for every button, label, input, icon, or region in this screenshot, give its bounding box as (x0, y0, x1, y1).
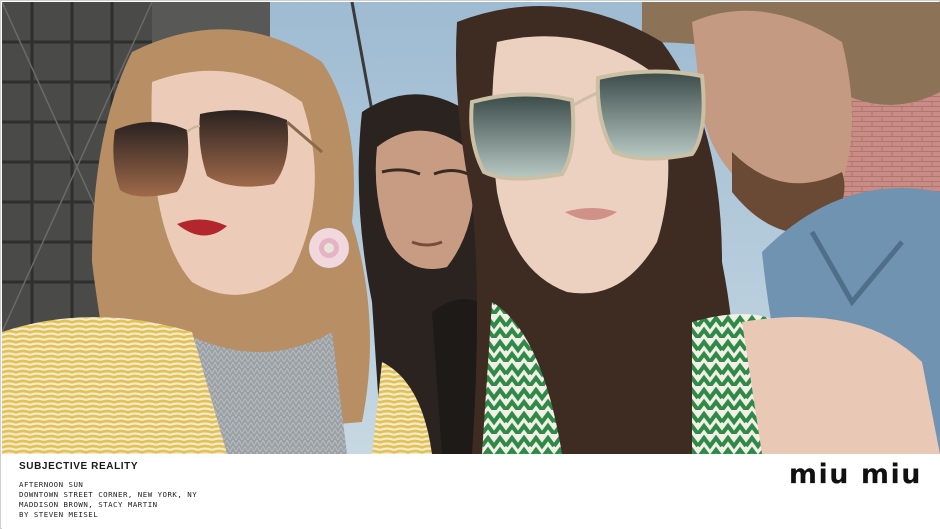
campaign-photo (2, 2, 940, 454)
credit-line: BY STEVEN MEISEL (19, 510, 99, 519)
caption-panel: SUBJECTIVE REALITY AFTERNOON SUN DOWNTOW… (2, 454, 940, 529)
credits-block: AFTERNOON SUN DOWNTOWN STREET CORNER, NE… (19, 480, 197, 520)
credit-line: AFTERNOON SUN (19, 480, 84, 489)
credit-line: MADDISON BROWN, STACY MARTIN (19, 500, 158, 509)
brand-logo: miu miu (788, 459, 922, 490)
credit-line: DOWNTOWN STREET CORNER, NEW YORK, NY (19, 490, 198, 499)
ad-frame: SUBJECTIVE REALITY AFTERNOON SUN DOWNTOW… (0, 0, 940, 529)
campaign-title: SUBJECTIVE REALITY (19, 461, 139, 472)
flower-earring (309, 228, 349, 268)
